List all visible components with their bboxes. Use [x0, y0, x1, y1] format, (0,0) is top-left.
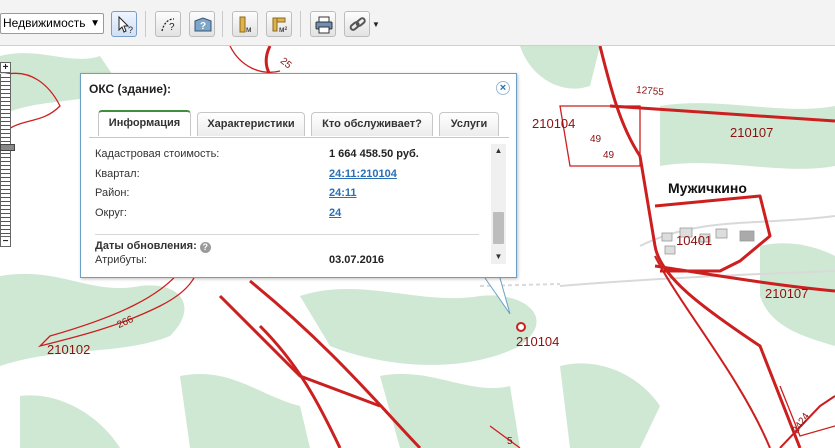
map-question-icon: ?	[194, 17, 212, 32]
forest-patch	[560, 363, 660, 448]
zoom-out-button[interactable]: −	[0, 236, 11, 247]
info-key: Квартал:	[95, 167, 140, 180]
ruler-icon: м	[239, 16, 252, 34]
svg-text:?: ?	[169, 22, 175, 33]
help-icon[interactable]: ?	[199, 242, 211, 253]
parcel-number: 5	[507, 436, 513, 447]
road	[639, 215, 835, 247]
print-button[interactable]	[310, 11, 336, 37]
info-row: Район: 24:11	[95, 187, 485, 207]
toolbar-separator	[145, 11, 146, 37]
info-popup: ОКС (здание): × Информация Характеристик…	[80, 73, 517, 278]
parcel-label: 210102	[47, 342, 91, 357]
section-divider	[95, 234, 479, 235]
tab-who-serves[interactable]: Кто обслуживает?	[311, 112, 433, 136]
quarter-link[interactable]: 24:11:210104	[329, 168, 397, 180]
info-rows: Кадастровая стоимость: 1 664 458.50 руб.…	[95, 148, 485, 226]
zoom-thumb[interactable]	[0, 144, 15, 151]
chain-link-icon	[349, 17, 366, 31]
identify-button[interactable]: ?	[111, 11, 137, 37]
measure-area-button[interactable]: м²	[266, 11, 292, 37]
svg-text:?: ?	[200, 21, 206, 32]
building	[664, 245, 676, 255]
forest-patch	[520, 46, 600, 89]
scroll-thumb[interactable]	[493, 212, 504, 244]
measure-distance-button[interactable]: м	[232, 11, 258, 37]
district-link[interactable]: 24:11	[329, 187, 357, 199]
link-button[interactable]	[344, 11, 370, 37]
pointer-arc-question-icon: ?	[161, 18, 175, 33]
query-map-button[interactable]: ?	[189, 11, 215, 37]
link-dropdown-arrow-icon[interactable]: ▼	[372, 20, 380, 29]
parcel-number: 49	[590, 134, 602, 145]
zoom-slider[interactable]: + −	[0, 62, 15, 248]
parcel-outline	[779, 385, 835, 437]
building	[715, 228, 728, 239]
cursor-question-icon: ?	[118, 15, 133, 35]
forest-patch	[20, 395, 120, 448]
update-dates-heading: Даты обновления:?	[95, 240, 211, 253]
forest-patch	[180, 373, 310, 448]
svg-text:?: ?	[128, 25, 133, 35]
popup-content: Кадастровая стоимость: 1 664 458.50 руб.…	[89, 137, 509, 267]
printer-icon	[315, 16, 333, 34]
layer-select-value: Недвижимость	[3, 16, 86, 30]
info-row: Кадастровая стоимость: 1 664 458.50 руб.	[95, 148, 485, 168]
region-link[interactable]: 24	[329, 207, 341, 219]
attributes-key: Атрибуты:	[95, 254, 147, 266]
toolbar-separator	[222, 11, 223, 37]
attributes-date: 03.07.2016	[329, 254, 385, 266]
layer-select[interactable]: Недвижимость ▼	[0, 13, 104, 34]
forest-patch	[0, 273, 185, 366]
area-ruler-icon: м²	[272, 17, 288, 34]
building	[661, 232, 673, 242]
parcel-label: 210104	[516, 334, 560, 349]
cadastral-value: 1 664 458.50 руб.	[329, 148, 419, 160]
search-by-location-button[interactable]: ?	[155, 11, 181, 37]
close-icon[interactable]: ×	[496, 81, 510, 95]
scroll-up-icon[interactable]: ▲	[491, 144, 506, 158]
info-row: Округ: 24	[95, 207, 485, 227]
info-row: Квартал: 24:11:210104	[95, 168, 485, 188]
svg-text:м²: м²	[279, 25, 288, 34]
popup-title: ОКС (здание):	[89, 82, 172, 96]
info-key: Район:	[95, 187, 130, 199]
info-key: Кадастровая стоимость:	[95, 148, 220, 160]
tab-characteristics[interactable]: Характеристики	[197, 112, 305, 136]
parcel-label: 210107	[730, 125, 774, 140]
parcel-number: 12755	[635, 84, 665, 99]
tab-information[interactable]: Информация	[98, 110, 191, 136]
zoom-track[interactable]	[0, 74, 15, 236]
parcel-outline	[229, 46, 281, 73]
settlement-name: Мужичкино	[668, 180, 747, 196]
parcel-label: 210104	[532, 116, 576, 131]
object-marker-icon	[516, 322, 526, 332]
parcel-label: 10401	[676, 233, 713, 248]
zoom-in-button[interactable]: +	[0, 62, 11, 73]
scroll-down-icon[interactable]: ▼	[491, 250, 506, 264]
parcel-label: 210107	[765, 286, 809, 301]
building	[739, 230, 755, 242]
forest-patch	[380, 373, 520, 448]
toolbar: Недвижимость ▼ ? ? ? м м² ▼	[0, 0, 835, 46]
toolbar-separator	[300, 11, 301, 37]
parcel-number: 49	[603, 150, 615, 161]
info-key: Округ:	[95, 206, 127, 219]
chevron-down-icon: ▼	[90, 18, 100, 29]
tab-services[interactable]: Услуги	[439, 112, 499, 136]
parcel-boundary	[654, 255, 771, 448]
svg-text:м: м	[246, 25, 252, 34]
update-dates-title: Даты обновления:	[95, 240, 197, 252]
popup-scrollbar[interactable]: ▲ ▼	[491, 144, 506, 264]
